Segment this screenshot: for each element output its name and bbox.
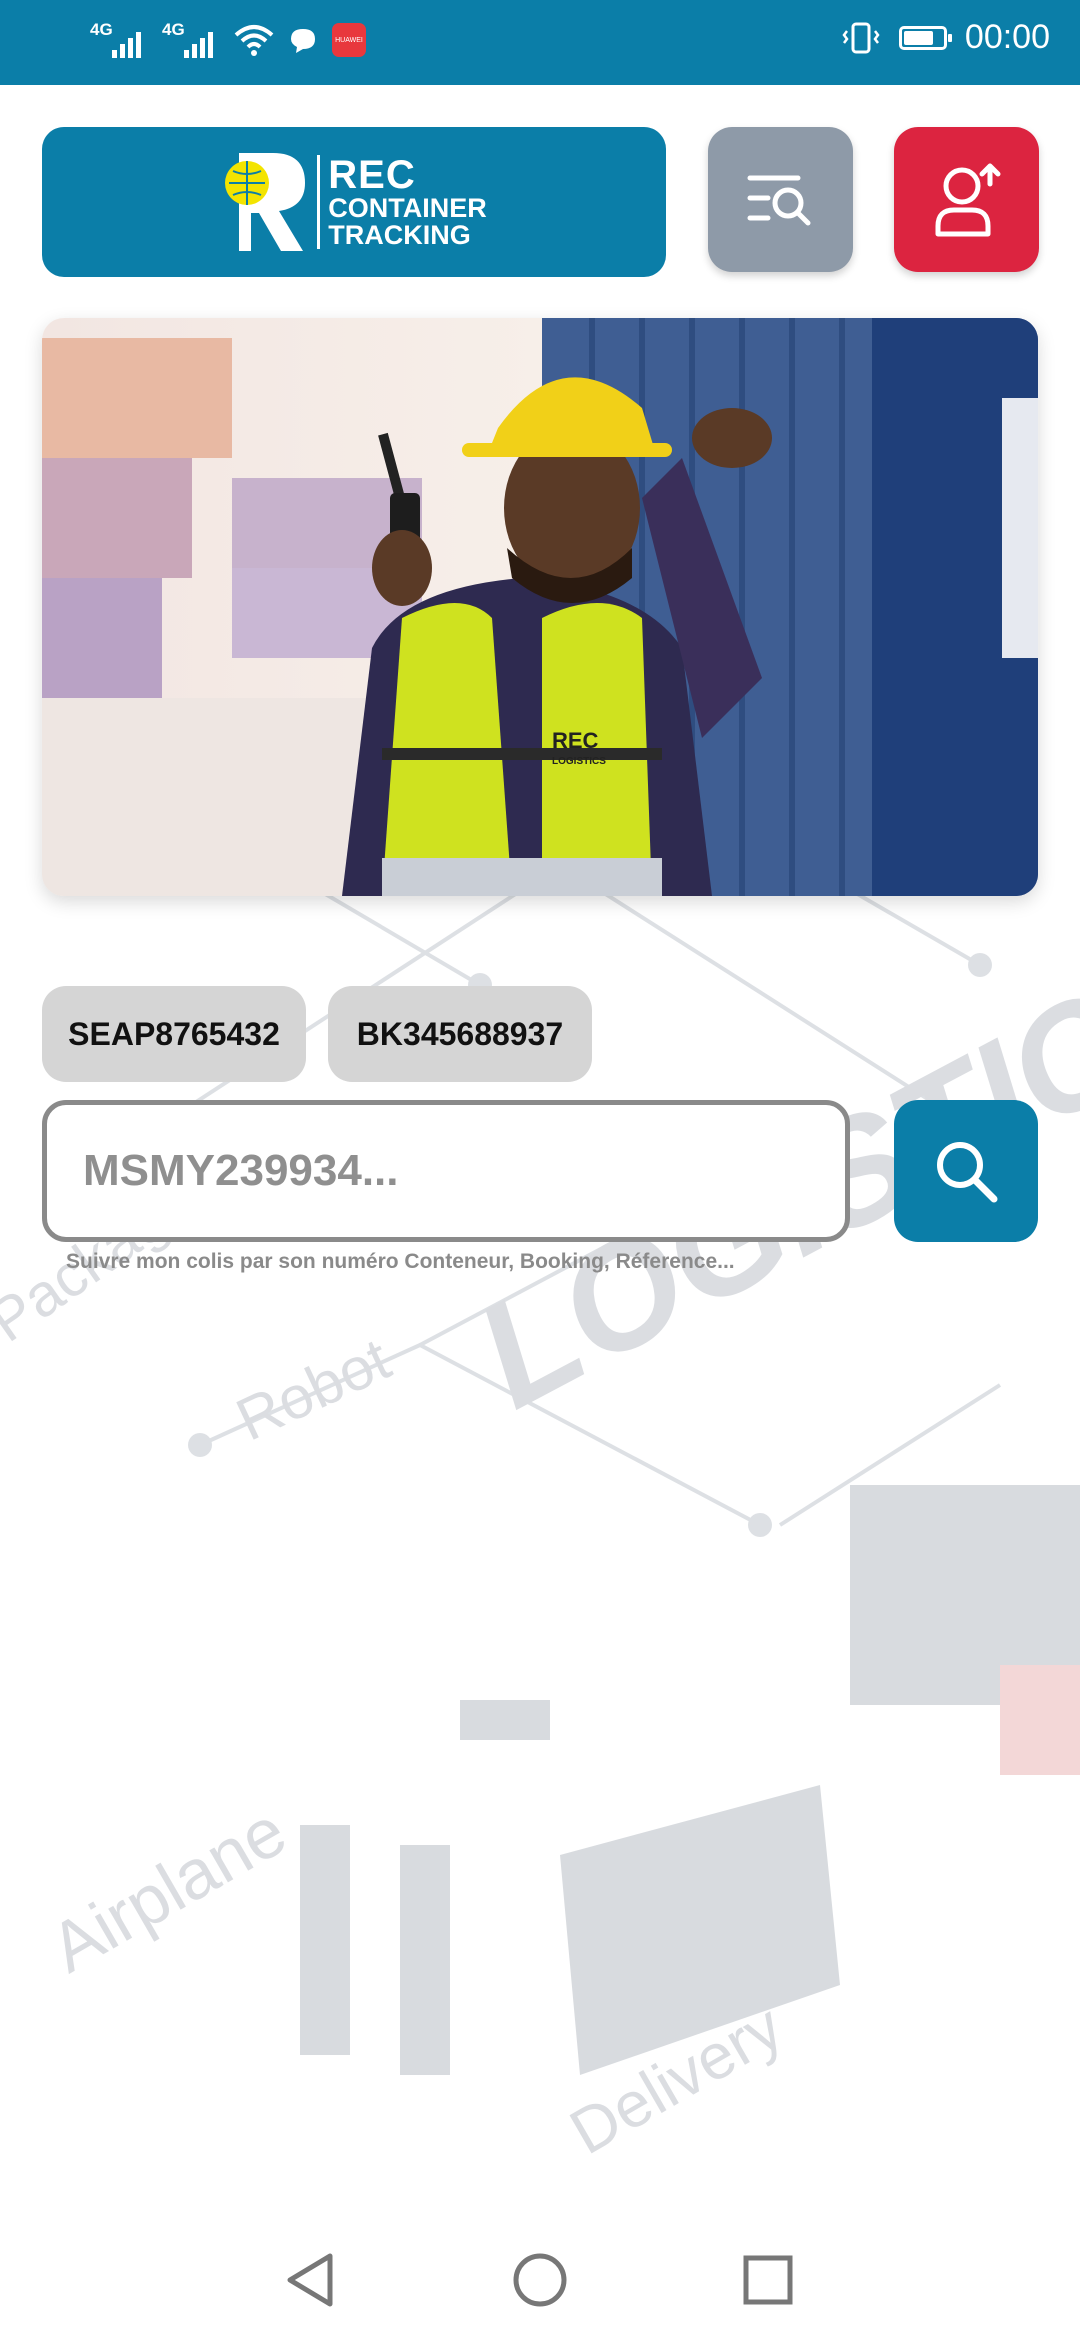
- search-placeholder: MSMY239934...: [83, 1146, 399, 1195]
- app-logo: REC CONTAINER TRACKING: [42, 127, 666, 277]
- navigation-bar: [0, 2220, 1080, 2340]
- hero-banner: REC LOGISTICS: [42, 318, 1038, 896]
- recent-tracking-chip[interactable]: BK345688937: [328, 986, 592, 1082]
- vest-brand-sub: LOGISTICS: [552, 756, 606, 767]
- status-left: 4G 4G HUAWEI: [90, 20, 366, 60]
- user-upload-icon: [935, 163, 1000, 236]
- back-triangle-icon: [287, 2253, 333, 2307]
- vibrate-icon: [842, 22, 880, 53]
- message-icon: [291, 29, 315, 53]
- clock: 00:00: [964, 18, 1050, 56]
- status-bar: 4G 4G HUAWEI 00:00: [0, 0, 1080, 85]
- recent-tracking-chip[interactable]: SEAP8765432: [42, 986, 306, 1082]
- recents-square-icon: [743, 2255, 793, 2305]
- network-type: 4G: [90, 20, 113, 39]
- nav-back-button[interactable]: [270, 2240, 350, 2320]
- nav-recents-button[interactable]: [728, 2240, 808, 2320]
- logo-mark-icon: [225, 153, 306, 251]
- nav-home-button[interactable]: [500, 2240, 580, 2320]
- app-notification-icon: HUAWEI: [332, 23, 366, 57]
- wifi-icon: [234, 25, 274, 56]
- recent-tracking-label: BK345688937: [356, 1015, 564, 1052]
- bg-label-airplane: Airplane: [37, 1791, 298, 1987]
- logo-line-2: CONTAINER: [328, 193, 487, 223]
- vest-brand: REC: [552, 728, 599, 753]
- bg-label-robot: Robot: [226, 1325, 400, 1454]
- search-list-button[interactable]: [708, 127, 853, 272]
- search-hint: Suivre mon colis par son numéro Conteneu…: [66, 1250, 735, 1273]
- tracking-search-input[interactable]: MSMY239934...: [42, 1100, 850, 1242]
- profile-button[interactable]: [894, 127, 1039, 272]
- logo-line-1: REC: [328, 153, 416, 197]
- network-type-2: 4G: [162, 20, 185, 39]
- search-list-icon: [747, 175, 810, 225]
- status-right: 00:00: [841, 18, 1050, 57]
- home-circle-icon: [513, 2253, 567, 2307]
- search-icon: [937, 1142, 998, 1203]
- hero-illustration: REC LOGISTICS: [42, 318, 1038, 896]
- battery-icon: [898, 25, 952, 50]
- signal-icon-2: 4G: [162, 20, 220, 60]
- recent-tracking-label: SEAP8765432: [68, 1015, 280, 1052]
- signal-icon: 4G: [90, 20, 148, 60]
- app-notification-label: HUAWEI: [335, 36, 363, 44]
- logo-line-3: TRACKING: [328, 220, 471, 250]
- search-button[interactable]: [894, 1100, 1038, 1242]
